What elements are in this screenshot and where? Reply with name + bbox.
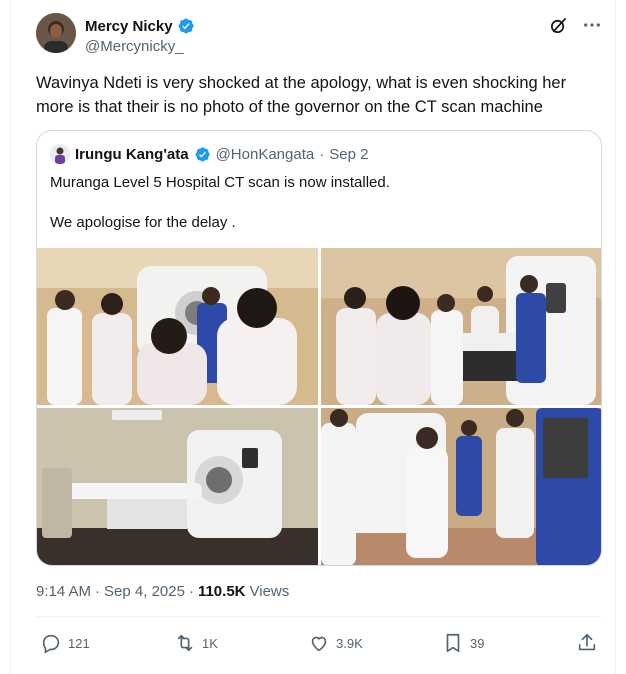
quoted-separator: · [319,145,325,163]
share-button[interactable] [576,632,598,654]
bookmark-icon [446,633,460,653]
reply-button[interactable]: 121 [40,632,90,654]
grok-icon[interactable] [548,15,568,35]
like-count: 3.9K [336,635,363,651]
bookmark-button[interactable]: 39 [442,632,484,654]
author-info: Mercy Nicky @Mercynicky_ [85,16,195,55]
quoted-text-line1: Muranga Level 5 Hospital CT scan is now … [50,174,390,191]
bookmark-count: 39 [470,635,485,651]
quoted-media-grid [37,248,601,565]
quoted-header: Irungu Kang'ata @HonKangata · Sep 2 [50,143,368,165]
tweet-date[interactable]: Sep 4, 2025 [104,583,185,600]
verified-badge-icon [195,146,210,162]
quoted-date: Sep 2 [329,145,369,163]
quoted-avatar [50,144,70,164]
meta-separator: · [188,583,194,600]
verified-badge-icon [178,18,194,34]
author-avatar[interactable] [36,13,76,53]
repost-icon [177,634,193,652]
tweet-top-actions [548,15,602,35]
quoted-text-line2: We apologise for the delay . [50,214,236,231]
views-count: 110.5K [197,583,246,600]
more-icon[interactable] [582,15,602,35]
quoted-handle: @HonKangata [215,145,315,163]
reply-icon [42,634,60,654]
tweet-meta: 9:14 AM · Sep 4, 2025 · 110.5K Views [36,583,289,600]
quoted-text: Muranga Level 5 Hospital CT scan is now … [50,173,590,253]
quoted-tweet[interactable]: Irungu Kang'ata @HonKangata · Sep 2 Mura… [36,130,602,566]
tweet-text: Wavinya Ndeti is very shocked at the apo… [36,74,567,116]
like-button[interactable]: 3.9K [308,632,363,654]
tweet-time[interactable]: 9:14 AM [36,583,91,600]
share-icon [578,633,596,651]
ct-scan-photo-3[interactable] [37,408,318,565]
quoted-author-name: Irungu Kang'ata [75,145,189,163]
author-handle[interactable]: @Mercynicky_ [85,38,195,55]
meta-separator: · [95,583,101,600]
views-label: Views [249,583,290,600]
ct-scan-photo-4[interactable] [321,408,601,565]
author-name[interactable]: Mercy Nicky [85,18,173,35]
divider [36,616,602,617]
repost-button[interactable]: 1K [174,632,218,654]
tweet-actions: 121 1K 3.9K 39 [36,628,602,660]
ct-scan-photo-1[interactable] [37,248,318,405]
reply-count: 121 [68,635,90,651]
ct-scan-photo-2[interactable] [321,248,601,405]
heart-icon [311,636,327,652]
repost-count: 1K [202,635,218,651]
